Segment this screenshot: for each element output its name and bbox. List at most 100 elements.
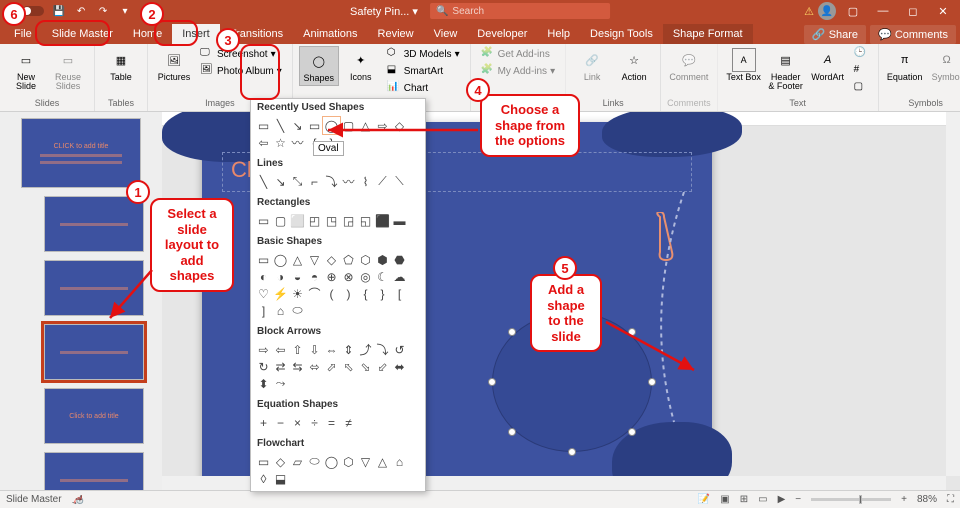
shape-f3[interactable]: ▱: [289, 453, 306, 470]
resize-handle[interactable]: [488, 378, 496, 386]
shape-line5[interactable]: ⤵: [323, 173, 340, 190]
notes-button[interactable]: 📝: [698, 494, 710, 505]
shape-f7[interactable]: ▽: [357, 453, 374, 470]
shape-b6[interactable]: ⬠: [340, 251, 357, 268]
zoom-out-button[interactable]: −: [795, 494, 801, 505]
get-addins-button[interactable]: 🧩Get Add-ins: [477, 46, 560, 62]
shape-f6[interactable]: ⬡: [340, 453, 357, 470]
shape-b18[interactable]: ☁: [391, 268, 408, 285]
resize-handle[interactable]: [628, 428, 636, 436]
shape-b13[interactable]: ◓: [306, 268, 323, 285]
slide-number-button[interactable]: #: [850, 63, 872, 79]
shape-f2[interactable]: ◇: [272, 453, 289, 470]
shape-oval[interactable]: ◯: [323, 117, 340, 134]
shape-b26[interactable]: }: [374, 285, 391, 302]
shape-r1[interactable]: ▭: [255, 212, 272, 229]
shape-a18[interactable]: ⬌: [391, 358, 408, 375]
comments-button[interactable]: 💬 Comments: [870, 25, 956, 44]
shape-f11[interactable]: ⬓: [272, 470, 289, 487]
shape-b9[interactable]: ⬣: [391, 251, 408, 268]
shape-a2[interactable]: ⇦: [272, 341, 289, 358]
textbox-button[interactable]: AText Box: [724, 46, 764, 84]
layout-thumbnail-2[interactable]: [44, 260, 144, 316]
shape-b17[interactable]: ☾: [374, 268, 391, 285]
user-avatar[interactable]: 👤: [818, 2, 836, 20]
resize-handle[interactable]: [508, 328, 516, 336]
shape-a15[interactable]: ⬁: [340, 358, 357, 375]
zoom-in-button[interactable]: +: [901, 494, 907, 505]
shape-b14[interactable]: ⊕: [323, 268, 340, 285]
shape-b2[interactable]: ◯: [272, 251, 289, 268]
shape-triangle[interactable]: △: [357, 117, 374, 134]
header-footer-button[interactable]: ▤Header & Footer: [766, 46, 806, 93]
shape-f1[interactable]: ▭: [255, 453, 272, 470]
shape-b19[interactable]: ♡: [255, 285, 272, 302]
shape-b12[interactable]: ◒: [289, 268, 306, 285]
fit-to-window-button[interactable]: ⛶: [947, 494, 954, 505]
accessibility-icon[interactable]: 🦽: [72, 494, 84, 505]
shape-b7[interactable]: ⬡: [357, 251, 374, 268]
shape-rrect[interactable]: ▢: [340, 117, 357, 134]
chart-button[interactable]: 📊Chart: [383, 80, 464, 96]
minimize-button[interactable]: —: [870, 0, 896, 22]
shape-line4[interactable]: ⌐: [306, 173, 323, 190]
shapes-gallery-dropdown[interactable]: Recently Used Shapes ▭╲↘▭◯▢△⇨◇ ⇦☆〰{} Ova…: [250, 98, 426, 492]
shape-r6[interactable]: ◲: [340, 212, 357, 229]
layout-thumbnail-3[interactable]: [44, 324, 144, 380]
table-button[interactable]: ▦Table: [101, 46, 141, 84]
shape-r7[interactable]: ◱: [357, 212, 374, 229]
maximize-button[interactable]: ◻: [900, 0, 926, 22]
shape-curve[interactable]: 〰: [289, 134, 306, 151]
shape-f5[interactable]: ◯: [323, 453, 340, 470]
shape-b29[interactable]: ⌂: [272, 302, 289, 319]
smartart-button[interactable]: ⬓SmartArt: [383, 63, 464, 79]
comment-button[interactable]: 💬Comment: [669, 46, 709, 84]
shape-line8[interactable]: ⟋: [374, 173, 391, 190]
shape-b27[interactable]: [: [391, 285, 408, 302]
shape-r3[interactable]: ⬜: [289, 212, 306, 229]
shape-f9[interactable]: ⌂: [391, 453, 408, 470]
icons-button[interactable]: ✦Icons: [341, 46, 381, 84]
tab-help[interactable]: Help: [537, 24, 580, 44]
save-icon[interactable]: 💾: [50, 3, 68, 19]
slide-thumbnails-panel[interactable]: CLICK to add title Click to add title: [0, 112, 162, 490]
shape-f8[interactable]: △: [374, 453, 391, 470]
shape-b15[interactable]: ⊗: [340, 268, 357, 285]
shape-b4[interactable]: ▽: [306, 251, 323, 268]
shape-arrow-line[interactable]: ↘: [289, 117, 306, 134]
shape-b21[interactable]: ☀: [289, 285, 306, 302]
shape-line2[interactable]: ↘: [272, 173, 289, 190]
wordart-button[interactable]: AWordArt: [808, 46, 848, 84]
tab-view[interactable]: View: [424, 24, 468, 44]
resize-handle[interactable]: [628, 328, 636, 336]
shape-b3[interactable]: △: [289, 251, 306, 268]
object-button[interactable]: ▢: [850, 80, 872, 96]
new-slide-button[interactable]: ▭New Slide: [6, 46, 46, 93]
shape-b23[interactable]: (: [323, 285, 340, 302]
link-button[interactable]: 🔗Link: [572, 46, 612, 84]
view-sorter-icon[interactable]: ⊞: [740, 494, 748, 505]
shape-a7[interactable]: ⤴: [357, 341, 374, 358]
date-time-button[interactable]: 🕒: [850, 46, 872, 62]
shape-textbox[interactable]: ▭: [255, 117, 272, 134]
zoom-level[interactable]: 88%: [917, 494, 937, 505]
shape-line6[interactable]: 〰: [340, 173, 357, 190]
shape-b25[interactable]: {: [357, 285, 374, 302]
3d-models-button[interactable]: ⬡3D Models ▾: [383, 46, 464, 62]
shape-arrow-l[interactable]: ⇦: [255, 134, 272, 151]
shape-a1[interactable]: ⇨: [255, 341, 272, 358]
shape-line[interactable]: ╲: [272, 117, 289, 134]
share-button[interactable]: 🔗 Share: [804, 25, 866, 44]
symbol-button[interactable]: ΩSymbol: [927, 46, 960, 84]
warning-icon[interactable]: ⚠: [804, 5, 814, 18]
shape-b11[interactable]: ◑: [272, 268, 289, 285]
shape-f4[interactable]: ⬭: [306, 453, 323, 470]
shape-b24[interactable]: ): [340, 285, 357, 302]
shape-e3[interactable]: ×: [289, 414, 306, 431]
pictures-button[interactable]: 🖼Pictures: [154, 46, 194, 84]
shape-b20[interactable]: ⚡: [272, 285, 289, 302]
shape-a9[interactable]: ↺: [391, 341, 408, 358]
layout-thumbnail-1[interactable]: [44, 196, 144, 252]
shape-a3[interactable]: ⇧: [289, 341, 306, 358]
tab-design-tools[interactable]: Design Tools: [580, 24, 663, 44]
